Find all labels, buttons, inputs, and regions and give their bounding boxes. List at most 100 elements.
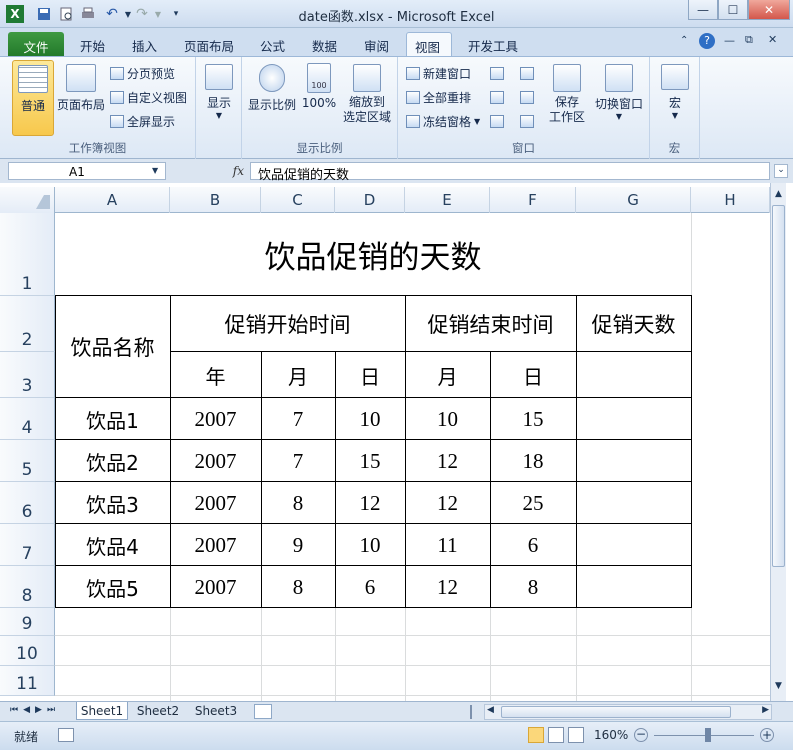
data-cell[interactable]: 10	[405, 398, 490, 440]
name-box-dropdown-icon[interactable]: ▼	[152, 166, 158, 175]
formula-input[interactable]: 饮品促销的天数	[250, 162, 770, 183]
data-cell[interactable]: 12	[405, 566, 490, 608]
data-cell[interactable]: 6	[490, 524, 576, 566]
data-cell[interactable]: 15	[490, 398, 576, 440]
horizontal-scroll-thumb[interactable]	[501, 706, 731, 718]
scroll-thumb[interactable]	[772, 205, 785, 567]
arrange-all-button[interactable]: 全部重排	[406, 87, 471, 107]
hide-button[interactable]	[490, 87, 504, 107]
freeze-panes-button[interactable]: 冻结窗格 ▼	[406, 111, 480, 131]
row-header-6[interactable]: 6	[0, 482, 55, 524]
tab-developer[interactable]: 开发工具	[460, 32, 526, 56]
row-header-9[interactable]: 9	[0, 608, 55, 636]
data-cell[interactable]: 2007	[170, 524, 261, 566]
scroll-up-icon[interactable]: ▲	[772, 189, 785, 203]
tab-split-icon[interactable]	[470, 705, 476, 719]
macros-button[interactable]: 宏 ▼	[656, 60, 694, 136]
normal-view-status-icon[interactable]	[528, 727, 544, 743]
view-side-by-side-button[interactable]	[520, 63, 534, 83]
switch-windows-button[interactable]: 切换窗口 ▼	[592, 60, 646, 136]
sheet-tab-3[interactable]: Sheet3	[190, 702, 242, 720]
tab-page-layout[interactable]: 页面布局	[176, 32, 242, 56]
tab-data[interactable]: 数据	[304, 32, 345, 56]
insert-sheet-icon[interactable]	[254, 704, 272, 719]
data-cell[interactable]: 饮品4	[55, 524, 170, 566]
data-cell[interactable]: 12	[405, 440, 490, 482]
data-cell[interactable]: 10	[335, 524, 405, 566]
zoom-out-icon[interactable]: −	[634, 728, 648, 742]
header-year-cell[interactable]: 年	[170, 352, 261, 398]
expand-formula-bar-icon[interactable]: ⌄	[774, 164, 788, 178]
fx-icon[interactable]: fx	[170, 162, 250, 180]
data-cell[interactable]: 12	[335, 482, 405, 524]
reset-window-button[interactable]	[520, 111, 534, 131]
sheet-tab-2[interactable]: Sheet2	[132, 702, 184, 720]
data-cell[interactable]: 2007	[170, 566, 261, 608]
zoom-slider-handle[interactable]	[705, 728, 711, 742]
data-cell[interactable]: 饮品1	[55, 398, 170, 440]
zoom-100-button[interactable]: 100 100%	[300, 60, 338, 136]
zoom-button[interactable]: 显示比例	[246, 60, 298, 136]
column-header-g[interactable]: G	[576, 187, 691, 213]
data-cell[interactable]: 12	[405, 482, 490, 524]
macro-record-icon[interactable]	[58, 728, 74, 742]
header-days-cell[interactable]: 促销天数	[576, 296, 691, 352]
row-header-3[interactable]: 3	[0, 352, 55, 398]
header-start-day-cell[interactable]: 日	[335, 352, 405, 398]
new-window-button[interactable]: 新建窗口	[406, 63, 471, 83]
data-cell[interactable]: 饮品5	[55, 566, 170, 608]
data-cell[interactable]: 11	[405, 524, 490, 566]
data-cell[interactable]: 饮品3	[55, 482, 170, 524]
minimize-icon[interactable]: —	[688, 0, 718, 20]
scroll-down-icon[interactable]: ▼	[772, 681, 785, 695]
data-cell[interactable]: 7	[261, 440, 335, 482]
workbook-minimize-icon[interactable]: —	[724, 34, 735, 47]
row-header-7[interactable]: 7	[0, 524, 55, 566]
data-cell[interactable]: 2007	[170, 482, 261, 524]
tab-view[interactable]: 视图	[406, 32, 452, 56]
tab-home[interactable]: 开始	[72, 32, 113, 56]
row-header-2[interactable]: 2	[0, 296, 55, 352]
tab-review[interactable]: 审阅	[356, 32, 397, 56]
data-cell[interactable]: 7	[261, 398, 335, 440]
data-cell[interactable]: 2007	[170, 398, 261, 440]
worksheet[interactable]: A B C D E F G H 1 2 3 4 5 6 7 8 9 10 11 …	[0, 183, 793, 701]
data-cell[interactable]: 9	[261, 524, 335, 566]
row-header-10[interactable]: 10	[0, 636, 55, 666]
scroll-right-icon[interactable]: ▶	[762, 705, 769, 715]
zoom-slider-track[interactable]	[654, 735, 754, 736]
page-break-status-icon[interactable]	[568, 727, 584, 743]
select-all-corner[interactable]	[0, 187, 55, 213]
data-cell[interactable]: 6	[335, 566, 405, 608]
zoom-to-selection-button[interactable]: 缩放到 选定区域	[340, 60, 394, 136]
data-cell[interactable]: 18	[490, 440, 576, 482]
horizontal-scrollbar[interactable]: ◀ ▶	[484, 704, 772, 720]
tab-formulas[interactable]: 公式	[252, 32, 293, 56]
header-start-month-cell[interactable]: 月	[261, 352, 335, 398]
close-icon[interactable]: ✕	[748, 0, 790, 20]
header-start-cell[interactable]: 促销开始时间	[170, 296, 405, 352]
page-break-preview-button[interactable]: 分页预览	[110, 63, 175, 83]
data-cell[interactable]: 饮品2	[55, 440, 170, 482]
column-header-d[interactable]: D	[335, 187, 405, 213]
row-header-1[interactable]: 1	[0, 213, 55, 296]
column-header-c[interactable]: C	[261, 187, 335, 213]
data-cell[interactable]: 8	[261, 482, 335, 524]
zoom-in-icon[interactable]: +	[760, 728, 774, 742]
tab-file[interactable]: 文件	[8, 32, 64, 56]
header-end-cell[interactable]: 促销结束时间	[405, 296, 576, 352]
column-header-f[interactable]: F	[490, 187, 576, 213]
full-screen-button[interactable]: 全屏显示	[110, 111, 175, 131]
split-button[interactable]	[490, 63, 504, 83]
page-layout-status-icon[interactable]	[548, 727, 564, 743]
header-end-day-cell[interactable]: 日	[490, 352, 576, 398]
data-cell[interactable]: 10	[335, 398, 405, 440]
vertical-scrollbar[interactable]: ▲ ▼	[770, 183, 786, 701]
row-header-8[interactable]: 8	[0, 566, 55, 608]
name-box[interactable]: A1	[8, 162, 166, 180]
save-workspace-button[interactable]: 保存 工作区	[544, 60, 590, 136]
data-cell[interactable]: 25	[490, 482, 576, 524]
data-cell[interactable]: 2007	[170, 440, 261, 482]
row-header-5[interactable]: 5	[0, 440, 55, 482]
column-header-e[interactable]: E	[405, 187, 490, 213]
